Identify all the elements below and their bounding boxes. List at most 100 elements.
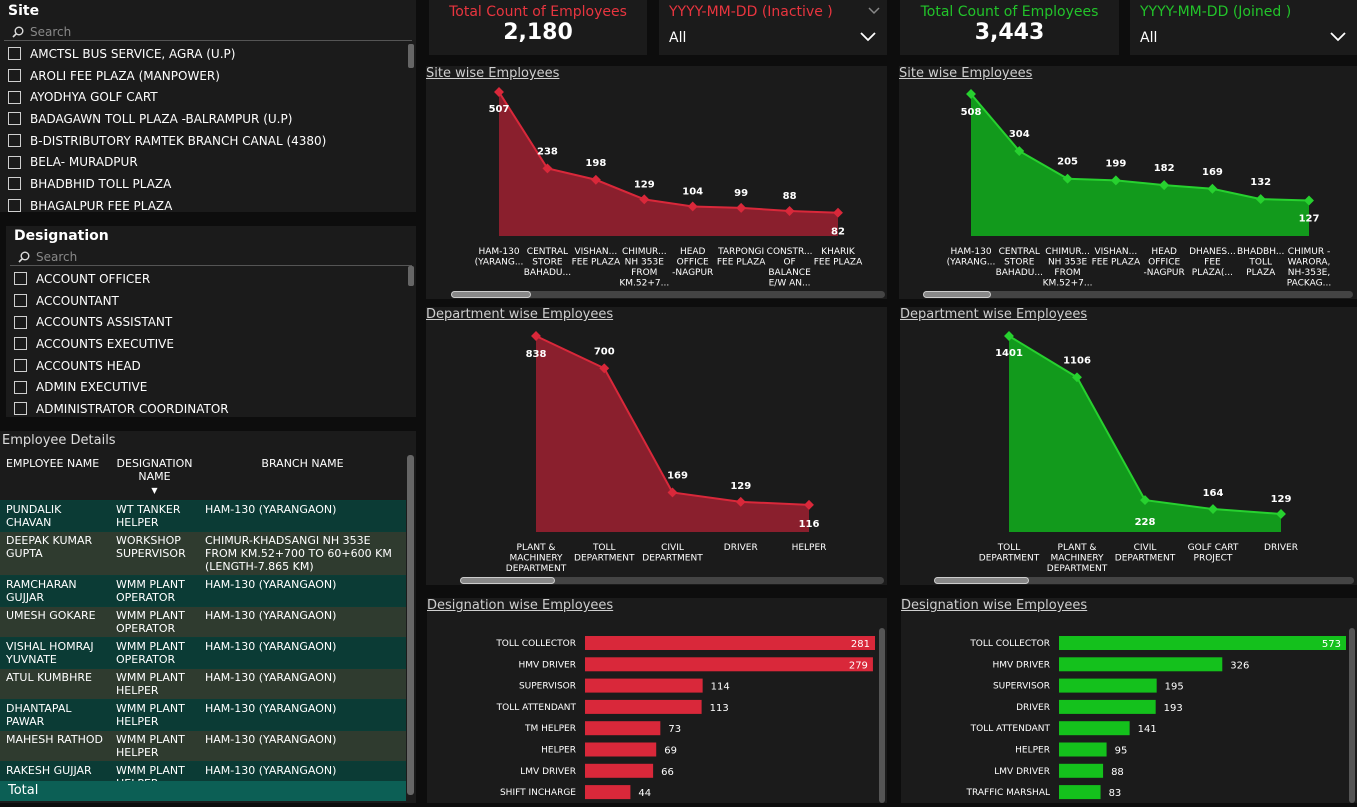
checkbox[interactable]: [8, 112, 21, 126]
designation-item[interactable]: ACCOUNTS HEAD: [6, 355, 416, 377]
dept-joined-hscroll[interactable]: [934, 577, 1354, 584]
bar[interactable]: [585, 636, 875, 650]
table-row[interactable]: DHANTAPAL PAWAR WMM PLANT HELPER HAM-130 (…: [0, 699, 406, 731]
table-row[interactable]: DEEPAK KUMAR GUPTA WORKSHOP SUPERVISOR CHI…: [0, 531, 406, 576]
data-point[interactable]: [494, 87, 504, 97]
data-label: 73: [668, 724, 681, 735]
site-item[interactable]: BELA- MURADPUR: [0, 151, 416, 173]
checkbox[interactable]: [8, 155, 21, 169]
desig-inactive-vscroll[interactable]: [879, 628, 885, 803]
data-label: 88: [783, 191, 797, 202]
data-label: 508: [961, 107, 982, 118]
bar[interactable]: [1059, 721, 1130, 736]
table-row[interactable]: PUNDALIK CHAVAN WT TANKER HELPER HAM-130 (…: [0, 500, 406, 532]
checkbox[interactable]: [14, 315, 27, 329]
col-designation-name[interactable]: DESIGNATION NAME ▼: [110, 453, 199, 501]
checkbox[interactable]: [8, 69, 21, 83]
designation-item[interactable]: ADMINISTRATOR COORDINATOR: [6, 398, 416, 420]
table-row[interactable]: UMESH GOKARE WMM PLANT OPERATOR HAM-130 (Y…: [0, 606, 406, 638]
filter-joined[interactable]: YYYY-MM-DD (Joined ) All: [1130, 0, 1357, 55]
table-row[interactable]: RAMCHARAN GUJJAR WMM PLANT OPERATOR HAM-13…: [0, 575, 406, 607]
data-label: 127: [1299, 214, 1320, 225]
cell-branch: HAM-130 (YARANGAON): [199, 761, 406, 781]
data-label: 104: [682, 186, 703, 197]
bar[interactable]: [585, 678, 703, 693]
filter-inactive-select[interactable]: All: [659, 24, 887, 52]
checkbox[interactable]: [8, 177, 21, 191]
bar[interactable]: [585, 657, 873, 672]
site-item[interactable]: AMCTSL BUS SERVICE, AGRA (U.P): [0, 43, 416, 65]
bar[interactable]: [1059, 763, 1104, 778]
designation-item[interactable]: ACCOUNT OFFICER: [6, 268, 416, 290]
bar[interactable]: [585, 699, 702, 714]
designation-item[interactable]: ACCOUNTS ASSISTANT: [6, 311, 416, 333]
checkbox[interactable]: [8, 90, 21, 104]
bar[interactable]: [585, 742, 657, 757]
table-row[interactable]: VISHAL HOMRAJ YUVNATE WMM PLANT OPERATOR H…: [0, 637, 406, 669]
filter-inactive[interactable]: YYYY-MM-DD (Inactive ) All: [659, 0, 887, 55]
designation-search[interactable]: Search: [10, 248, 412, 266]
site-slicer: Site Search AMCTSL BUS SERVICE, AGRA (U.…: [0, 0, 416, 213]
cell-branch: CHIMUR-KHADSANGI NH 353E FROM KM.52+700 …: [199, 531, 406, 576]
checkbox[interactable]: [14, 402, 27, 416]
checkbox[interactable]: [8, 134, 21, 148]
filter-joined-value: All: [1140, 30, 1158, 46]
designation-item[interactable]: ADMIN EXECUTIVE: [6, 376, 416, 398]
bar[interactable]: [585, 785, 631, 800]
cell-designation: WMM PLANT OPERATOR: [110, 606, 199, 638]
category-label: CHIMUR... NH 353E FROM KM.52+7...: [619, 247, 669, 289]
table-row[interactable]: RAKESH GUJJARWMM PLANT HELPERHAM-130 (YA…: [0, 761, 406, 781]
site-joined-hscroll[interactable]: [923, 291, 1353, 298]
data-label: 129: [634, 179, 655, 190]
table-row[interactable]: MAHESH RATHOD WMM PLANT HELPER HAM-130 (YA…: [0, 730, 406, 762]
area-fill: [499, 92, 838, 236]
checkbox[interactable]: [14, 294, 27, 308]
checkbox[interactable]: [8, 199, 21, 213]
col-branch-name[interactable]: BRANCH NAME: [199, 453, 406, 501]
category-label: DRIVER: [724, 543, 758, 553]
category-label: SUPERVISOR: [519, 682, 576, 692]
site-search[interactable]: Search: [4, 23, 412, 41]
site-item[interactable]: BHAGALPUR FEE PLAZA: [0, 195, 416, 217]
site-inactive-hscroll[interactable]: [451, 291, 885, 298]
site-item[interactable]: AYODHYA GOLF CART: [0, 86, 416, 108]
col-designation-label: DESIGNATION NAME: [116, 457, 193, 483]
bar[interactable]: [1059, 636, 1346, 650]
bar[interactable]: [585, 763, 654, 778]
designation-scrollbar[interactable]: [408, 266, 414, 286]
site-inactive-chart-title: Site wise Employees: [426, 66, 560, 81]
checkbox[interactable]: [14, 272, 27, 286]
bar[interactable]: [1059, 678, 1157, 693]
designation-item[interactable]: ACCOUNTANT: [6, 290, 416, 312]
checkbox[interactable]: [14, 337, 27, 351]
filter-joined-label: YYYY-MM-DD (Joined ): [1140, 4, 1292, 20]
site-item[interactable]: BHADBHID TOLL PLAZA: [0, 173, 416, 195]
site-item[interactable]: AROLI FEE PLAZA (MANPOWER): [0, 65, 416, 87]
site-item[interactable]: B-DISTRIBUTORY RAMTEK BRANCH CANAL (4380…: [0, 130, 416, 152]
site-item[interactable]: BADAGAWN TOLL PLAZA -BALRAMPUR (U.P): [0, 108, 416, 130]
checkbox[interactable]: [8, 47, 21, 61]
sort-desc-icon: ▼: [151, 486, 158, 495]
bar[interactable]: [1059, 742, 1107, 757]
table-scrollbar[interactable]: [407, 455, 414, 795]
desig-joined-vscroll[interactable]: [1349, 628, 1355, 803]
table-row[interactable]: ATUL KUMBHRE WMM PLANT HELPER HAM-130 (YAR…: [0, 668, 406, 700]
bar[interactable]: [1059, 785, 1101, 800]
site-item-label: AMCTSL BUS SERVICE, AGRA (U.P): [30, 46, 236, 61]
data-label: 169: [667, 470, 688, 481]
site-scrollbar[interactable]: [408, 44, 414, 68]
dept-inactive-hscroll[interactable]: [460, 577, 884, 584]
data-label: 228: [1135, 517, 1156, 528]
category-label: PLANT & MACHINERY DEPARTMENT: [506, 543, 567, 574]
category-label: CENTRAL STORE BAHADU...: [524, 247, 571, 278]
bar[interactable]: [1059, 657, 1223, 672]
checkbox[interactable]: [14, 359, 27, 373]
filter-joined-select[interactable]: All: [1130, 24, 1357, 52]
bar[interactable]: [585, 721, 661, 736]
checkbox[interactable]: [14, 380, 27, 394]
designation-item[interactable]: ACCOUNTS EXECUTIVE: [6, 333, 416, 355]
bar[interactable]: [1059, 699, 1156, 714]
col-employee-name[interactable]: EMPLOYEE NAME: [0, 453, 110, 501]
category-label: LMV DRIVER: [994, 767, 1050, 777]
data-label: 1401: [995, 348, 1023, 359]
